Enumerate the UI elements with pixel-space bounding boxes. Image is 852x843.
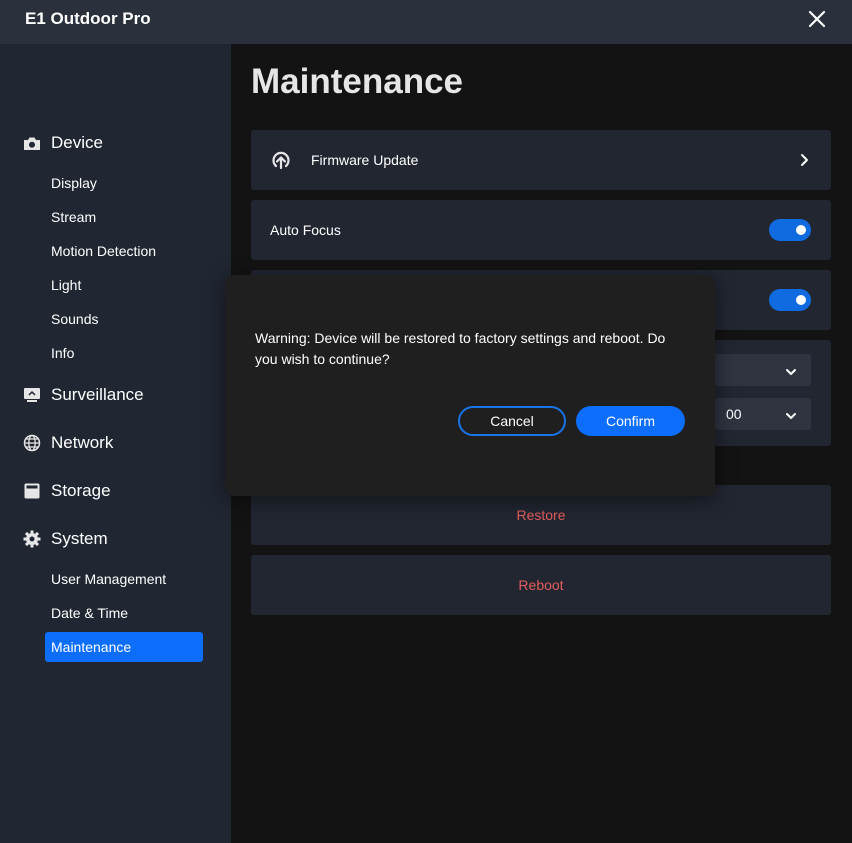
sidebar-section-surveillance[interactable]: Surveillance (23, 383, 144, 407)
title-bar: E1 Outdoor Pro (0, 0, 852, 44)
confirm-button[interactable]: Confirm (576, 406, 685, 436)
cancel-button[interactable]: Cancel (458, 406, 566, 436)
toggle-knob (796, 295, 806, 305)
sidebar-item-info[interactable]: Info (51, 343, 74, 363)
camera-icon (23, 134, 41, 152)
auto-focus-toggle[interactable] (769, 219, 811, 241)
storage-icon (23, 482, 41, 500)
window-title: E1 Outdoor Pro (25, 9, 151, 28)
sidebar-section-storage[interactable]: Storage (23, 479, 111, 503)
sidebar-item-light[interactable]: Light (51, 275, 81, 295)
restore-label: Restore (516, 507, 566, 523)
sidebar-item-sounds[interactable]: Sounds (51, 309, 98, 329)
auto-focus-label: Auto Focus (270, 222, 341, 238)
setting-toggle[interactable] (769, 289, 811, 311)
globe-icon (23, 434, 41, 452)
firmware-update-row[interactable]: Firmware Update (251, 130, 831, 190)
sidebar-section-network[interactable]: Network (23, 431, 113, 455)
chevron-down-icon (785, 365, 797, 377)
sidebar-section-label: System (51, 529, 108, 548)
sidebar-item-motion-detection[interactable]: Motion Detection (51, 241, 156, 261)
toggle-knob (796, 225, 806, 235)
minute-select[interactable]: 00 (715, 398, 811, 430)
sidebar: Device Display Stream Motion Detection L… (0, 44, 231, 843)
dialog-message: Warning: Device will be restored to fact… (255, 330, 666, 367)
reboot-label: Reboot (518, 577, 564, 593)
minute-select-value: 00 (726, 406, 742, 422)
sidebar-item-user-management[interactable]: User Management (51, 569, 166, 589)
auto-focus-row: Auto Focus (251, 200, 831, 260)
app-window: E1 Outdoor Pro Device Display Stream Mot… (0, 0, 852, 843)
sidebar-section-device[interactable]: Device (23, 131, 103, 155)
firmware-update-label: Firmware Update (311, 152, 419, 168)
monitor-icon (23, 386, 41, 404)
close-icon[interactable] (802, 4, 832, 34)
chevron-right-icon (799, 153, 811, 172)
chevron-down-icon (785, 409, 797, 421)
sidebar-section-label: Network (51, 433, 114, 452)
page-title: Maintenance (251, 62, 463, 101)
sidebar-section-label: Storage (51, 481, 111, 500)
sidebar-item-stream[interactable]: Stream (51, 207, 96, 227)
reboot-button[interactable]: Reboot (251, 555, 831, 615)
sidebar-item-display[interactable]: Display (51, 173, 97, 193)
sidebar-section-label: Device (51, 133, 103, 152)
gear-icon (23, 530, 41, 548)
restore-confirm-dialog: Warning: Device will be restored to fact… (225, 275, 715, 496)
sidebar-item-maintenance[interactable]: Maintenance (45, 632, 203, 662)
sidebar-section-label: Surveillance (51, 385, 144, 404)
sidebar-item-date-time[interactable]: Date & Time (51, 603, 128, 623)
sidebar-section-system[interactable]: System (23, 527, 108, 551)
upload-icon (270, 149, 292, 176)
